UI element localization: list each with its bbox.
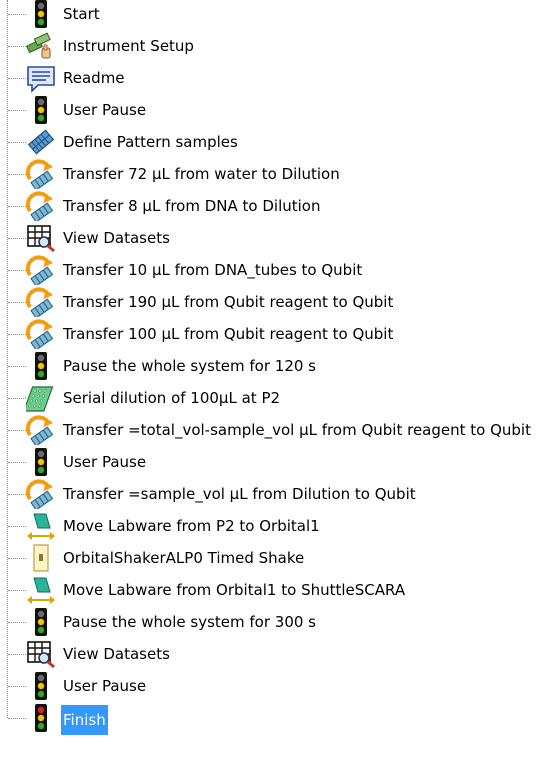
tree-branch-line	[8, 590, 26, 591]
traffic-light-icon	[26, 607, 56, 637]
tree-node-label[interactable]: Start	[61, 3, 102, 25]
tree-node[interactable]: User Pause	[0, 94, 557, 126]
tree-branch-line	[8, 398, 26, 399]
move-labware-icon	[26, 511, 56, 541]
tree-branch-line	[8, 334, 26, 335]
tree-node-label[interactable]: Pause the whole system for 300 s	[61, 611, 318, 633]
tree-node[interactable]: Finish	[0, 702, 557, 735]
tree-node[interactable]: Transfer 100 µL from Qubit reagent to Qu…	[0, 318, 557, 350]
tree-branch-line	[8, 718, 26, 719]
tree-branch-line	[8, 46, 26, 47]
tree-branch-line	[8, 526, 26, 527]
traffic-light-icon	[26, 0, 56, 29]
define-pattern-icon	[26, 127, 56, 157]
tree-node-label[interactable]: Pause the whole system for 120 s	[61, 355, 318, 377]
tree-branch-line	[8, 78, 26, 79]
tree-node-label[interactable]: Readme	[61, 67, 127, 89]
tree-branch-line	[8, 238, 26, 239]
tree-branch-line	[8, 366, 26, 367]
transfer-icon	[26, 479, 56, 509]
tree-node[interactable]: Transfer =sample_vol µL from Dilution to…	[0, 478, 557, 510]
tree-node-label[interactable]: View Datasets	[61, 643, 172, 665]
view-datasets-icon	[26, 223, 56, 253]
tree-node[interactable]: View Datasets	[0, 222, 557, 254]
transfer-icon	[26, 415, 56, 445]
transfer-icon	[26, 191, 56, 221]
tree-node-label[interactable]: Transfer 100 µL from Qubit reagent to Qu…	[61, 323, 395, 345]
tree-branch-line	[8, 654, 26, 655]
tree-branch-line	[8, 14, 26, 15]
tree-node[interactable]: Transfer 10 µL from DNA_tubes to Qubit	[0, 254, 557, 286]
tree-node[interactable]: Transfer =total_vol-sample_vol µL from Q…	[0, 414, 557, 446]
traffic-light-icon	[26, 447, 56, 477]
instrument-setup-icon	[26, 31, 56, 61]
tree-branch-line	[8, 494, 26, 495]
tree-node[interactable]: User Pause	[0, 670, 557, 702]
tree-node-label[interactable]: Define Pattern samples	[61, 131, 240, 153]
readme-icon	[26, 63, 56, 93]
tree-node[interactable]: User Pause	[0, 446, 557, 478]
tree-node[interactable]: View Datasets	[0, 638, 557, 670]
tree-node-label[interactable]: View Datasets	[61, 227, 172, 249]
tree-node-label[interactable]: Transfer =total_vol-sample_vol µL from Q…	[61, 419, 533, 441]
tree-node[interactable]: Pause the whole system for 120 s	[0, 350, 557, 382]
tree-node-label[interactable]: OrbitalShakerALP0 Timed Shake	[61, 547, 306, 569]
tree-branch-line	[8, 430, 26, 431]
protocol-step-tree[interactable]: Start Instrument Setup Readme User Pause Def…	[0, 0, 557, 770]
tree-node-label[interactable]: Instrument Setup	[61, 35, 196, 57]
tree-node-label[interactable]: User Pause	[61, 675, 148, 697]
tree-node-label[interactable]: Transfer 8 µL from DNA to Dilution	[61, 195, 323, 217]
tree-node[interactable]: Transfer 8 µL from DNA to Dilution	[0, 190, 557, 222]
tree-branch-line	[8, 110, 26, 111]
tree-node-label[interactable]: User Pause	[61, 451, 148, 473]
tree-node-label[interactable]: Transfer 10 µL from DNA_tubes to Qubit	[61, 259, 364, 281]
tree-node[interactable]: Move Labware from P2 to Orbital1	[0, 510, 557, 542]
traffic-light-icon	[26, 671, 56, 701]
tree-node[interactable]: Define Pattern samples	[0, 126, 557, 158]
traffic-light-red-icon	[26, 703, 56, 733]
tree-branch-line	[8, 142, 26, 143]
tree-branch-line	[8, 686, 26, 687]
tree-branch-line	[8, 302, 26, 303]
tree-node-label[interactable]: Serial dilution of 100µL at P2	[61, 387, 282, 409]
tree-node[interactable]: Readme	[0, 62, 557, 94]
tree-node[interactable]: Transfer 72 µL from water to Dilution	[0, 158, 557, 190]
tree-node[interactable]: Serial dilution of 100µL at P2	[0, 382, 557, 414]
traffic-light-icon	[26, 351, 56, 381]
transfer-icon	[26, 287, 56, 317]
serial-dilution-icon	[26, 383, 56, 413]
tree-node-label[interactable]: Transfer 72 µL from water to Dilution	[61, 163, 342, 185]
tree-branch-line	[8, 270, 26, 271]
tree-branch-line	[8, 174, 26, 175]
tree-node[interactable]: OrbitalShakerALP0 Timed Shake	[0, 542, 557, 574]
transfer-icon	[26, 255, 56, 285]
tree-node-label[interactable]: Transfer 190 µL from Qubit reagent to Qu…	[61, 291, 395, 313]
tree-node-label[interactable]: Move Labware from P2 to Orbital1	[61, 515, 322, 537]
tree-node-label[interactable]: Move Labware from Orbital1 to ShuttleSCA…	[61, 579, 407, 601]
timed-shake-icon	[26, 543, 56, 573]
tree-branch-line	[8, 462, 26, 463]
tree-node-label[interactable]: Transfer =sample_vol µL from Dilution to…	[61, 483, 418, 505]
move-labware-icon	[26, 575, 56, 605]
tree-branch-line	[8, 206, 26, 207]
tree-branch-line	[8, 558, 26, 559]
tree-node-label[interactable]: Finish	[61, 705, 108, 735]
tree-branch-line	[8, 622, 26, 623]
transfer-icon	[26, 159, 56, 189]
tree-node[interactable]: Instrument Setup	[0, 30, 557, 62]
traffic-light-icon	[26, 95, 56, 125]
tree-node-label[interactable]: User Pause	[61, 99, 148, 121]
tree-node[interactable]: Transfer 190 µL from Qubit reagent to Qu…	[0, 286, 557, 318]
transfer-icon	[26, 319, 56, 349]
tree-node[interactable]: Start	[0, 0, 557, 30]
tree-node[interactable]: Pause the whole system for 300 s	[0, 606, 557, 638]
view-datasets-icon	[26, 639, 56, 669]
tree-node[interactable]: Move Labware from Orbital1 to ShuttleSCA…	[0, 574, 557, 606]
